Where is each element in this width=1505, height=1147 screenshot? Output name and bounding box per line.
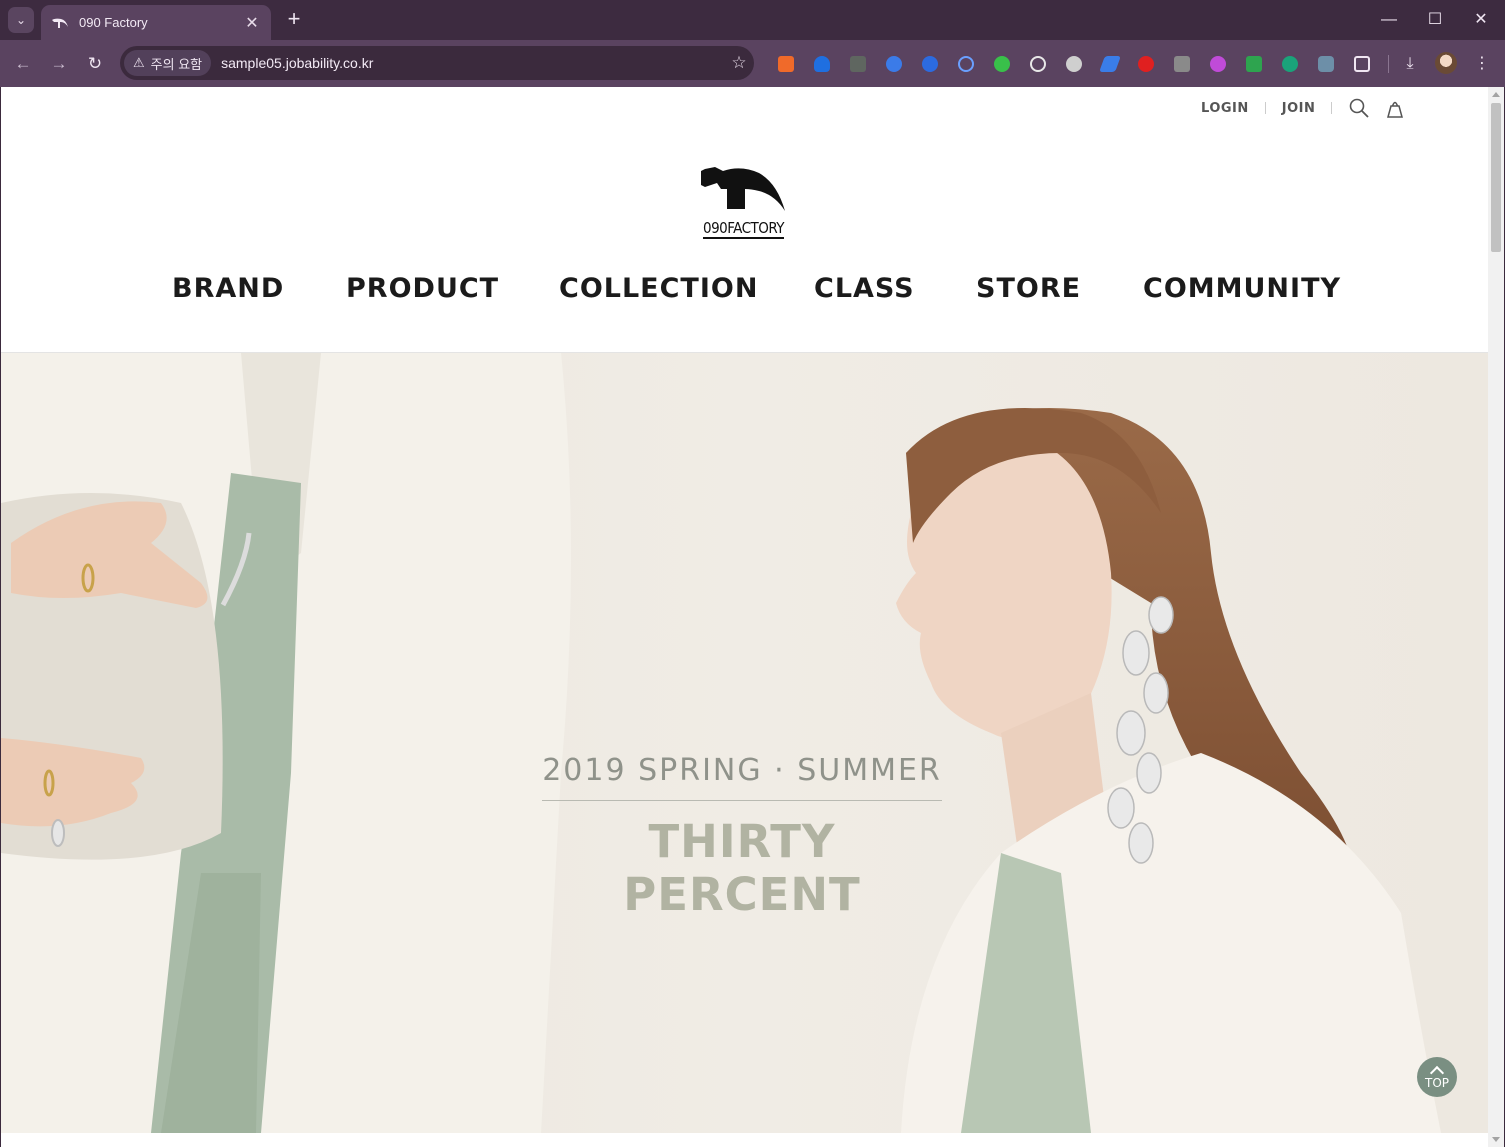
warning-triangle-icon: ⚠ bbox=[133, 55, 145, 70]
extension-pen-icon[interactable] bbox=[1099, 56, 1121, 72]
new-tab-button[interactable]: + bbox=[283, 8, 305, 32]
forward-arrow-icon[interactable]: → bbox=[46, 51, 72, 77]
nav-item-class[interactable]: CLASS bbox=[814, 273, 915, 304]
url-text[interactable]: sample05.jobability.co.kr bbox=[221, 55, 724, 71]
extension-forward-icon[interactable] bbox=[1138, 56, 1154, 72]
browser-toolbar: ← → ↻ ⚠ 주의 요함 sample05.jobability.co.kr … bbox=[0, 40, 1505, 87]
extension-chat-icon[interactable] bbox=[1282, 56, 1298, 72]
hero-caption: 2019 SPRING · SUMMER THIRTY PERCENT bbox=[537, 753, 947, 921]
scroll-top-button[interactable]: TOP bbox=[1417, 1057, 1457, 1097]
profile-avatar[interactable] bbox=[1435, 52, 1457, 74]
maximize-button[interactable]: ☐ bbox=[1412, 8, 1458, 32]
extension-shield-icon[interactable] bbox=[814, 56, 830, 72]
security-warning-chip[interactable]: ⚠ 주의 요함 bbox=[124, 50, 212, 76]
scrollbar-thumb[interactable] bbox=[1491, 103, 1501, 252]
extension-ex-icon[interactable] bbox=[778, 56, 794, 72]
extension-gear-icon[interactable] bbox=[1066, 56, 1082, 72]
browser-tabbar: ⌄ 090 Factory ✕ + — ☐ ✕ bbox=[0, 0, 1505, 40]
back-arrow-icon[interactable]: ← bbox=[10, 51, 36, 77]
hero-title: THIRTY PERCENT bbox=[623, 815, 861, 921]
browser-tab-active[interactable]: 090 Factory ✕ bbox=[41, 5, 271, 40]
util-divider bbox=[1264, 102, 1266, 114]
bookmark-star-icon[interactable]: ☆ bbox=[724, 53, 754, 73]
nav-item-community[interactable]: COMMUNITY bbox=[1143, 273, 1341, 304]
hero-banner[interactable]: 2019 SPRING · SUMMER THIRTY PERCENT bbox=[1, 353, 1488, 1133]
extension-c-icon[interactable] bbox=[1174, 56, 1190, 72]
hero-subtitle: 2019 SPRING · SUMMER bbox=[542, 753, 942, 788]
hero-divider bbox=[542, 800, 942, 801]
logo-wordmark[interactable]: 090FACTORY bbox=[703, 220, 785, 239]
hero-photo bbox=[1, 353, 1488, 1133]
join-link[interactable]: JOIN bbox=[1282, 101, 1316, 116]
extension-sheet-icon[interactable] bbox=[1246, 56, 1262, 72]
close-window-button[interactable]: ✕ bbox=[1458, 8, 1504, 32]
tab-close-icon[interactable]: ✕ bbox=[243, 13, 261, 33]
utility-nav: LOGIN JOIN bbox=[1201, 97, 1406, 119]
address-bar[interactable]: ⚠ 주의 요함 sample05.jobability.co.kr ☆ bbox=[120, 46, 754, 80]
reload-icon[interactable]: ↻ bbox=[82, 51, 108, 77]
util-divider bbox=[1331, 102, 1333, 114]
hammer-favicon-icon bbox=[52, 18, 68, 28]
tab-search-button[interactable]: ⌄ bbox=[8, 7, 34, 33]
scroll-down-arrow-icon[interactable] bbox=[1492, 1137, 1500, 1142]
extension-link-icon[interactable] bbox=[958, 56, 974, 72]
download-icon[interactable]: ⤓ bbox=[1398, 52, 1422, 76]
main-navigation: BRAND PRODUCT COLLECTION CLASS STORE COM… bbox=[1, 273, 1488, 313]
nav-item-brand[interactable]: BRAND bbox=[172, 273, 284, 304]
extension-zm-icon[interactable] bbox=[922, 56, 938, 72]
page-scrollbar[interactable] bbox=[1488, 87, 1504, 1147]
extension-play-icon[interactable] bbox=[994, 56, 1010, 72]
search-icon[interactable] bbox=[1348, 97, 1370, 119]
minimize-button[interactable]: — bbox=[1366, 8, 1412, 32]
extension-atom-icon[interactable] bbox=[1030, 56, 1046, 72]
nav-item-product[interactable]: PRODUCT bbox=[346, 273, 499, 304]
login-link[interactable]: LOGIN bbox=[1201, 101, 1249, 116]
toolbar-divider bbox=[1388, 55, 1389, 73]
extension-globe-icon[interactable] bbox=[1318, 56, 1334, 72]
extension-s-icon[interactable] bbox=[850, 56, 866, 72]
security-label: 주의 요함 bbox=[150, 56, 203, 72]
nav-item-store[interactable]: STORE bbox=[976, 273, 1081, 304]
menu-kebab-icon[interactable]: ⋮ bbox=[1470, 52, 1494, 76]
extensions-row bbox=[768, 52, 1397, 76]
hero-bottom-strip bbox=[1, 1133, 1488, 1147]
extension-drop-icon[interactable] bbox=[886, 56, 902, 72]
extensions-puzzle-icon[interactable] bbox=[1354, 56, 1370, 72]
nav-item-collection[interactable]: COLLECTION bbox=[559, 273, 758, 304]
scroll-up-arrow-icon[interactable] bbox=[1492, 92, 1500, 97]
page-viewport: LOGIN JOIN 090FACTORY BRAND PRODUCT COLL… bbox=[1, 87, 1504, 1147]
shopping-bag-icon[interactable] bbox=[1384, 97, 1406, 119]
tab-title: 090 Factory bbox=[79, 15, 148, 30]
extension-lq-icon[interactable] bbox=[1210, 56, 1226, 72]
